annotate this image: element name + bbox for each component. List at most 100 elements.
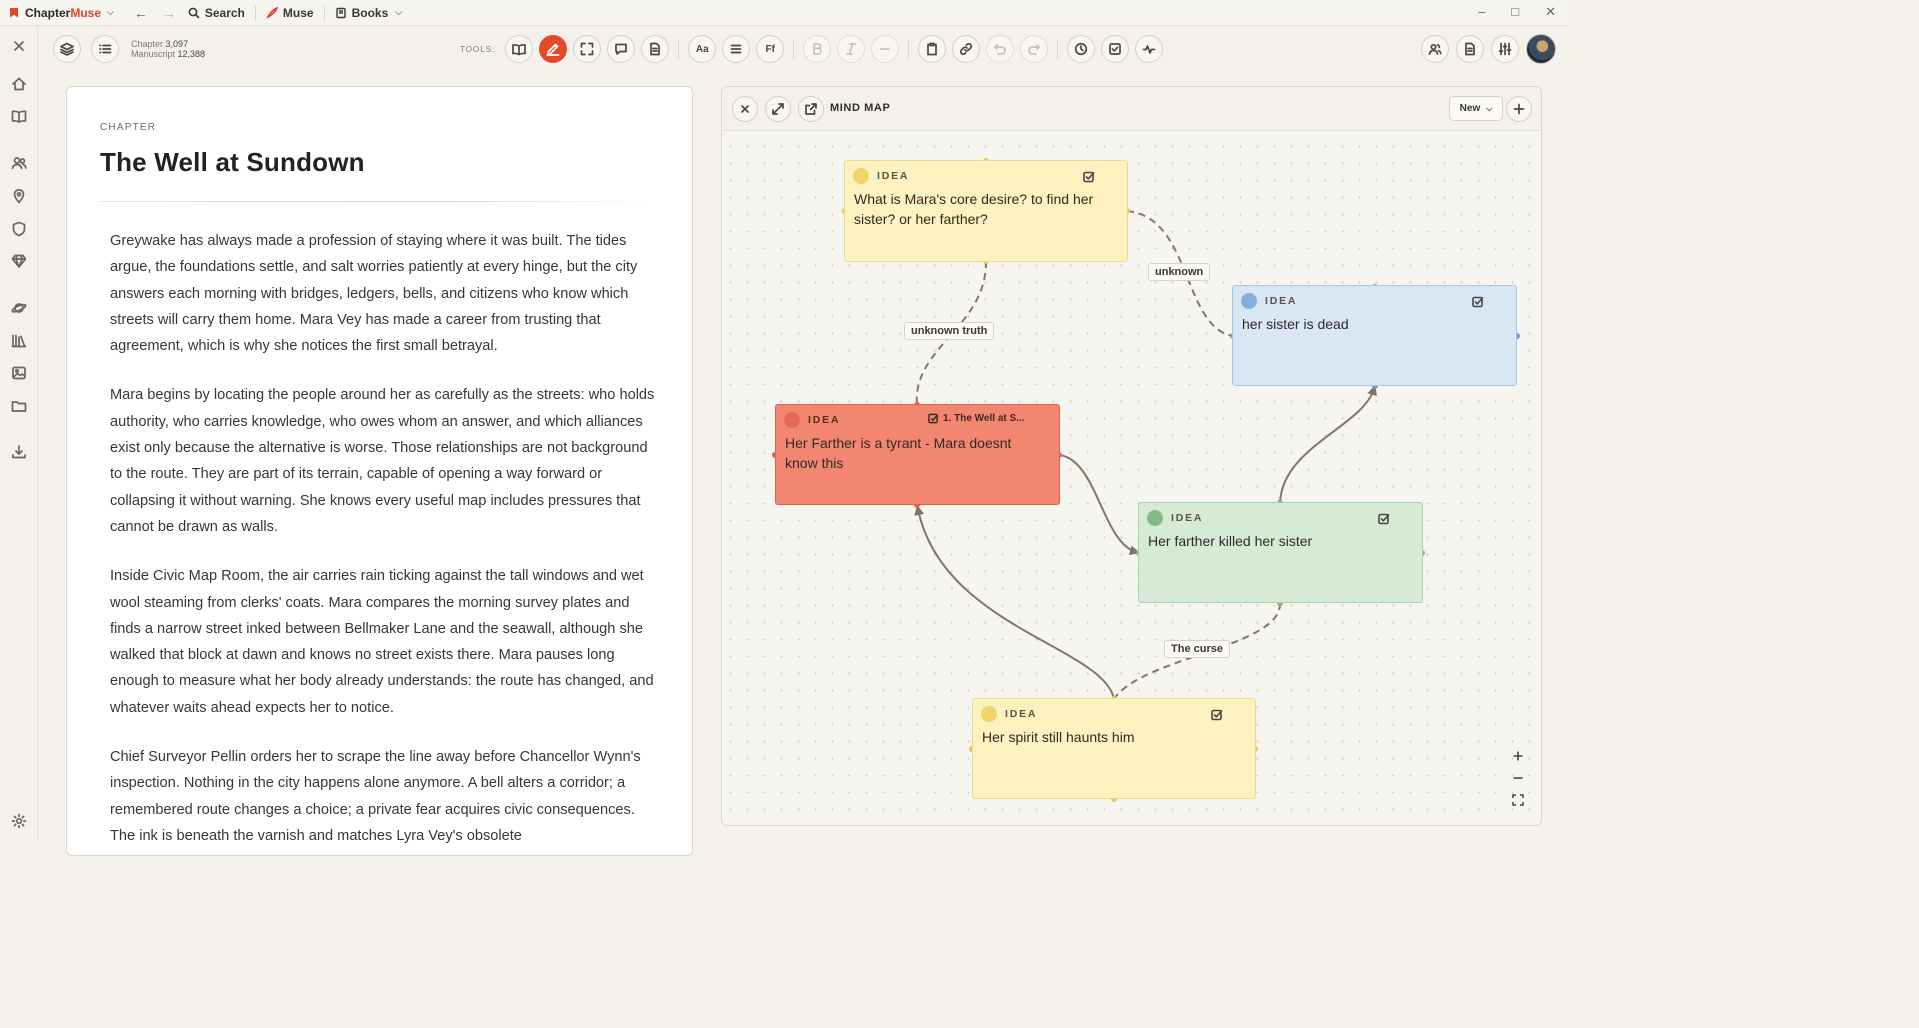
color-dot[interactable]	[784, 412, 800, 428]
search-icon	[188, 7, 200, 19]
minimize-icon[interactable]: –	[1478, 4, 1485, 20]
library-icon[interactable]	[10, 332, 28, 350]
idea-node-core-desire[interactable]: IDEA What is Mara's core desire? to find…	[844, 160, 1128, 262]
color-dot[interactable]	[981, 706, 997, 722]
align-button[interactable]	[722, 35, 751, 63]
redo-icon	[1028, 44, 1041, 55]
checklist-button[interactable]	[1101, 35, 1130, 63]
read-mode-button[interactable]	[505, 35, 534, 63]
italic-button[interactable]	[837, 35, 866, 63]
divider	[323, 5, 325, 20]
check-square-icon[interactable]	[1083, 170, 1095, 183]
books-button[interactable]: Books ⌵	[335, 6, 402, 20]
home-icon[interactable]	[10, 75, 28, 93]
undo-button[interactable]	[986, 35, 1015, 63]
close-window-icon[interactable]: ✕	[1545, 4, 1556, 20]
font-family-button[interactable]: Ff	[756, 35, 785, 63]
edge-label-the-curse[interactable]: The curse	[1164, 640, 1230, 658]
activity-button[interactable]	[1135, 35, 1164, 63]
chapter-body[interactable]: Greywake has always made a profession of…	[110, 228, 660, 872]
zoom-in-icon[interactable]	[1508, 747, 1528, 765]
open-book-icon[interactable]	[10, 107, 28, 125]
edge-label-unknown-truth[interactable]: unknown truth	[904, 322, 995, 340]
characters-icon[interactable]	[10, 154, 28, 172]
zoom-out-icon[interactable]	[1508, 769, 1528, 787]
check-square-icon[interactable]	[1211, 708, 1223, 721]
focus-mode-button[interactable]	[573, 35, 602, 63]
app-brand[interactable]: Chapter Muse ⌵	[10, 6, 114, 20]
chapter-title[interactable]: The Well at Sundown	[100, 147, 365, 178]
chevron-down-icon: ⌵	[107, 7, 114, 17]
edge-killed-to-sister[interactable]	[1279, 385, 1377, 504]
pen-tool-button[interactable]	[539, 35, 568, 63]
paragraph[interactable]: Greywake has always made a profession of…	[110, 228, 660, 359]
color-dot[interactable]	[853, 168, 869, 184]
layers-button[interactable]	[53, 35, 81, 63]
paragraph[interactable]: Inside Civic Map Room, the air carries r…	[110, 563, 660, 721]
link-button[interactable]	[952, 35, 981, 63]
maximize-icon[interactable]: □	[1511, 4, 1519, 20]
notes-button[interactable]	[641, 35, 670, 63]
comment-button[interactable]	[607, 35, 636, 63]
node-text[interactable]: Her spirit still haunts him	[982, 727, 1243, 747]
chapter-count-value: 3,097	[165, 39, 189, 49]
chapter-link[interactable]: 1. The Well at S...	[928, 413, 1025, 424]
color-dot[interactable]	[1241, 293, 1257, 309]
idea-node-sister-dead[interactable]: IDEA her sister is dead	[1232, 285, 1517, 386]
location-pin-icon[interactable]	[10, 187, 28, 205]
list-icon	[99, 44, 112, 54]
check-square-icon[interactable]	[1378, 512, 1390, 525]
download-icon[interactable]	[10, 443, 28, 461]
node-text[interactable]: What is Mara's core desire? to find her …	[854, 189, 1115, 229]
clipboard-button[interactable]	[918, 35, 947, 63]
edge-label-unknown[interactable]: unknown	[1148, 263, 1211, 281]
font-size-button[interactable]: Aa	[688, 35, 717, 63]
gem-icon[interactable]	[10, 252, 28, 270]
paragraph[interactable]: Chief Surveyor Pellin orders her to scra…	[110, 744, 660, 849]
title-bar: Chapter Muse ⌵ ← → Search Muse Books ⌵ – …	[0, 0, 1568, 26]
folder-icon[interactable]	[10, 397, 28, 415]
export-document-button[interactable]	[1456, 35, 1484, 63]
edge-spirit-to-tyrant[interactable]	[914, 505, 1115, 700]
zoom-controls	[1507, 747, 1529, 809]
idea-node-spirit-haunts[interactable]: IDEA Her spirit still haunts him	[972, 698, 1256, 799]
chapter-kicker: CHAPTER	[100, 122, 157, 133]
link-icon	[960, 42, 973, 56]
planet-icon[interactable]	[10, 299, 28, 317]
node-text[interactable]: Her farther killed her sister	[1148, 531, 1410, 551]
image-icon[interactable]	[10, 364, 28, 382]
search-button[interactable]: Search	[188, 6, 245, 20]
idea-node-killed-sister[interactable]: IDEA Her farther killed her sister	[1138, 502, 1423, 603]
bold-button[interactable]	[803, 35, 832, 63]
shield-icon[interactable]	[10, 220, 28, 238]
node-kind: IDEA	[808, 414, 841, 426]
forward-arrow-icon[interactable]: →	[162, 5, 176, 21]
user-avatar[interactable]	[1526, 34, 1556, 64]
settings-gear-icon[interactable]	[10, 812, 28, 830]
speech-bubble-icon	[615, 43, 628, 55]
check-square-icon[interactable]	[1472, 295, 1484, 308]
back-arrow-icon[interactable]: ←	[134, 5, 148, 21]
check-square-icon	[1109, 43, 1122, 55]
pen-icon	[546, 43, 560, 56]
layers-icon	[60, 42, 74, 56]
divider	[1057, 39, 1059, 59]
idea-node-farther-tyrant[interactable]: IDEA 1. The Well at S... Her Farther is …	[775, 404, 1060, 505]
adjustments-button[interactable]	[1491, 35, 1519, 63]
edge-tyrant-to-killed[interactable]	[1058, 454, 1140, 556]
title-divider	[100, 201, 655, 202]
close-icon[interactable]	[10, 37, 28, 55]
redo-button[interactable]	[1020, 35, 1049, 63]
strikethrough-button[interactable]	[871, 35, 900, 63]
fit-view-icon[interactable]	[1508, 791, 1528, 809]
collaborators-button[interactable]	[1421, 35, 1449, 63]
outline-button[interactable]	[91, 35, 119, 63]
color-dot[interactable]	[1147, 510, 1163, 526]
node-kind: IDEA	[1265, 295, 1298, 307]
sliders-icon	[1498, 42, 1512, 56]
paragraph[interactable]: Mara begins by locating the people aroun…	[110, 382, 660, 540]
history-button[interactable]	[1067, 35, 1096, 63]
node-text[interactable]: Her Farther is a tyrant - Mara doesnt kn…	[785, 433, 1047, 473]
muse-button[interactable]: Muse	[266, 6, 314, 20]
node-text[interactable]: her sister is dead	[1242, 314, 1504, 334]
